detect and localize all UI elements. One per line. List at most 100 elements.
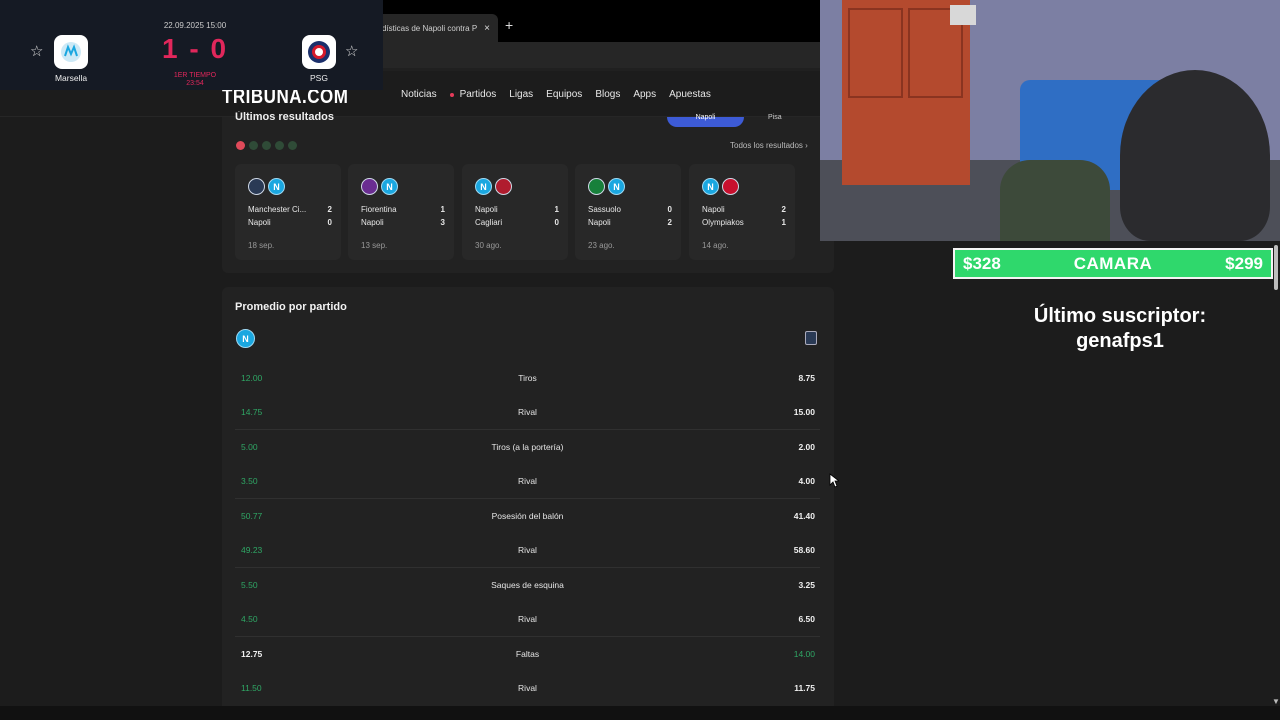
donation-current: $328 (963, 253, 1001, 273)
stat-row-possession-rival: 49.23 Rival 58.60 (235, 532, 820, 566)
napoli-logo-icon: N (475, 178, 492, 195)
stat-row-shots-on-target: 5.00 Tiros (a la portería) 2.00 (235, 429, 820, 463)
live-dot-icon (449, 92, 454, 97)
nav-ligas[interactable]: Ligas (509, 89, 533, 100)
main-nav: Noticias Partidos Ligas Equipos Blogs Ap… (401, 89, 724, 100)
stat-right-value: 14.00 (793, 649, 815, 659)
stat-right-value: 11.75 (794, 683, 815, 693)
cam-wardrobe-door (848, 8, 903, 98)
team2-score: 1 (781, 218, 786, 227)
section-title: Últimos resultados (235, 111, 335, 120)
section-title: Promedio por partido (235, 301, 347, 313)
home-team-name: Marsella (54, 73, 88, 83)
napoli-logo-icon: N (608, 178, 625, 195)
result-date: 18 sep. (248, 241, 275, 250)
stat-right-value: 8.75 (798, 373, 815, 383)
stat-row-fouls: 12.75 Faltas 14.00 (235, 636, 820, 670)
stat-label: Rival (518, 683, 537, 693)
stat-right-value: 3.25 (798, 580, 815, 590)
form-indicators (236, 141, 297, 150)
stat-label: Tiros (a la portería) (491, 442, 564, 452)
favorite-away-star-icon[interactable]: ☆ (345, 42, 358, 60)
result-card[interactable]: N Fiorentina 1 Napoli 3 13 sep. (348, 164, 454, 260)
cam-jacket (1000, 160, 1110, 241)
bottom-strip (0, 706, 1280, 720)
subscriber-name: genafps1 (1076, 330, 1164, 352)
team2-score: 2 (667, 218, 672, 227)
donation-target: $299 (1225, 253, 1263, 273)
live-scoreboard: ☆ Marsella 22.09.2025 15:00 1 - 0 1ER TI… (0, 0, 383, 90)
man-city-logo-icon (248, 178, 265, 195)
result-date: 14 ago. (702, 241, 729, 250)
nav-blogs[interactable]: Blogs (595, 89, 620, 100)
team2-name: Napoli (248, 218, 271, 227)
result-card[interactable]: N Napoli 1 Cagliari 0 30 ago. (462, 164, 568, 260)
browser-tab[interactable]: dísticas de Napoli contra P × (374, 14, 498, 42)
page-scrollbar[interactable]: ▼ (1272, 0, 1280, 720)
result-card[interactable]: N Manchester Ci... 2 Napoli 0 18 sep. (235, 164, 341, 260)
form-win-icon (288, 141, 297, 150)
new-tab-icon[interactable]: + (505, 17, 513, 33)
team1-name: Napoli (475, 205, 498, 214)
team1-name: Napoli (702, 205, 725, 214)
napoli-logo-icon: N (702, 178, 719, 195)
mouse-cursor-icon (829, 473, 839, 488)
result-card[interactable]: N Sassuolo 0 Napoli 2 23 ago. (575, 164, 681, 260)
stat-row-shots-on-target-rival: 3.50 Rival 4.00 (235, 463, 820, 497)
nav-noticias[interactable]: Noticias (401, 89, 437, 100)
team1-score: 0 (667, 205, 672, 214)
team2-name: Napoli (588, 218, 611, 227)
scrollbar-thumb[interactable] (1274, 245, 1278, 290)
match-score: 1 - 0 (161, 33, 229, 64)
stat-row-shots-rival: 14.75 Rival 15.00 (235, 394, 820, 428)
team-toggle-pisa[interactable]: Pisa (768, 114, 818, 127)
nav-apuestas[interactable]: Apuestas (669, 89, 711, 100)
team1-name: Manchester Ci... (248, 205, 307, 214)
donation-goal-bar: $328 CAMARA $299 (953, 248, 1273, 279)
team1-score: 1 (554, 205, 559, 214)
all-results-link[interactable]: Todos los resultados › (730, 141, 808, 150)
team1-score: 1 (440, 205, 445, 214)
away-team-name: PSG (310, 73, 328, 83)
nav-label: Equipos (546, 89, 583, 100)
tab-close-icon[interactable]: × (482, 23, 492, 34)
team1-name: Fiorentina (361, 205, 397, 214)
match-period: 1ER TIEMPO 23:54 (150, 72, 240, 88)
cam-wardrobe (842, 0, 970, 185)
stat-label: Faltas (515, 649, 540, 659)
team2-score: 3 (440, 218, 445, 227)
scroll-down-arrow-icon[interactable]: ▼ (1272, 697, 1280, 706)
favorite-home-star-icon[interactable]: ☆ (30, 42, 43, 60)
stat-row-shots: 12.00 Tiros 8.75 (235, 360, 820, 394)
tab-title: dísticas de Napoli contra P (382, 23, 478, 33)
nav-equipos[interactable]: Equipos (546, 89, 582, 100)
stat-right-value: 41.40 (793, 511, 815, 521)
nav-label: Apps (633, 89, 657, 100)
nav-partidos[interactable]: Partidos (449, 89, 496, 100)
napoli-logo-icon: N (381, 178, 398, 195)
result-card[interactable]: N Napoli 2 Olympiakos 1 14 ago. (689, 164, 795, 260)
latest-subscriber: Último suscriptor: genafps1 (960, 304, 1280, 354)
stat-row-corners: 5.50 Saques de esquina 3.25 (235, 567, 820, 601)
stat-right-value: 15.00 (793, 407, 815, 417)
team2-name: Cagliari (475, 218, 503, 227)
team1-score: 2 (327, 205, 332, 214)
pisa-logo-icon (805, 331, 817, 345)
stat-right-value: 6.50 (798, 614, 815, 624)
nav-apps[interactable]: Apps (633, 89, 656, 100)
team-toggle-napoli[interactable]: Napoli (667, 114, 744, 127)
result-date: 23 ago. (588, 241, 615, 250)
form-win-icon (275, 141, 284, 150)
stat-label: Rival (518, 545, 537, 555)
nav-label: Blogs (595, 89, 621, 100)
stat-label: Saques de esquina (491, 580, 564, 590)
stat-label: Rival (518, 476, 537, 486)
screen: dísticas de Napoli contra P × + TRIBUNA.… (0, 0, 1280, 720)
form-loss-icon (236, 141, 245, 150)
nav-label: Noticias (401, 89, 437, 100)
subscriber-label: Último suscriptor: (1033, 305, 1207, 327)
team2-score: 0 (327, 218, 332, 227)
stat-label: Rival (518, 407, 537, 417)
result-date: 30 ago. (475, 241, 502, 250)
stat-row-possession: 50.77 Posesión del balón 41.40 (235, 498, 820, 532)
